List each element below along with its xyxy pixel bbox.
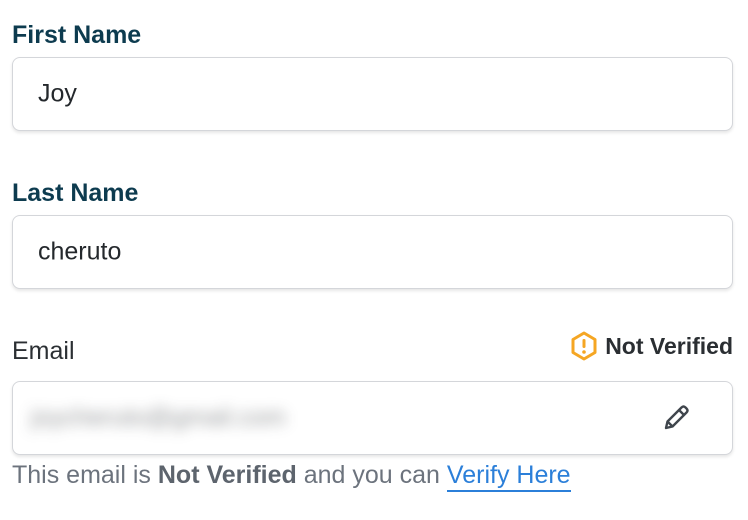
email-value-redacted: joycheruto@gmail.com [31,403,286,432]
helper-middle: and you can [296,461,447,489]
warning-hexagon-icon [571,331,597,361]
pencil-icon[interactable] [660,402,692,434]
helper-prefix: This email is [12,461,158,489]
status-text: Not Verified [605,332,733,359]
email-input[interactable]: joycheruto@gmail.com [12,381,733,455]
first-name-label: First Name [12,21,142,49]
first-name-input[interactable]: Joy [12,57,733,131]
email-label: Email [12,337,75,365]
verify-here-link[interactable]: Verify Here [446,461,571,492]
helper-bold: Not Verified [157,461,297,489]
email-helper-text: This email is Not Verified and you can V… [12,460,571,492]
profile-form: First Name Joy Last Name cheruto Email N… [0,0,748,520]
last-name-input[interactable]: cheruto [12,215,733,289]
verification-status: Not Verified [569,331,733,361]
first-name-value: Joy [38,79,77,108]
last-name-label: Last Name [12,179,139,207]
last-name-value: cheruto [38,237,122,266]
